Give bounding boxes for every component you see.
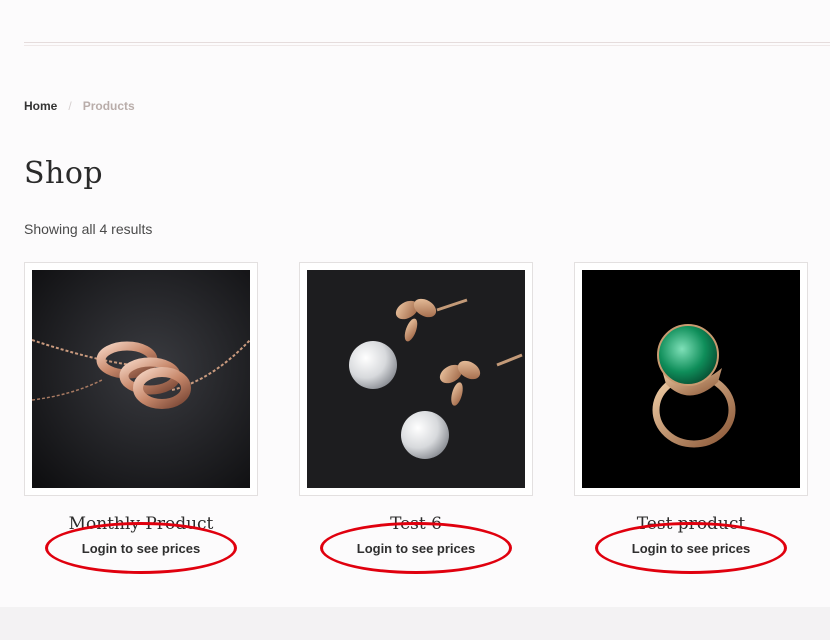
product-image-rings-necklace [32,270,250,488]
login-to-see-prices-link[interactable]: Login to see prices [82,541,200,556]
breadcrumb-current: Products [82,99,135,113]
login-to-see-prices-link[interactable]: Login to see prices [357,541,475,556]
header-divider [24,42,830,43]
product-image-link[interactable] [24,262,258,496]
login-prompt: Login to see prices [574,521,808,574]
breadcrumb-home-link[interactable]: Home [24,99,57,113]
page-title: Shop [24,156,104,191]
product-title[interactable]: Test 6 [299,514,533,534]
product-card: Monthly Product Login to see prices [24,262,258,574]
product-card: Test product Login to see prices [574,262,808,574]
login-to-see-prices-link[interactable]: Login to see prices [632,541,750,556]
footer-band [0,607,830,640]
product-card: Test 6 Login to see prices [299,262,533,574]
result-count: Showing all 4 results [24,221,153,237]
header-divider-secondary [24,45,830,46]
breadcrumb: Home / Products [24,99,135,113]
product-image-link[interactable] [299,262,533,496]
product-image-pearl-earrings [307,270,525,488]
product-image-link[interactable] [574,262,808,496]
product-title[interactable]: Test product [574,514,808,534]
login-prompt: Login to see prices [24,521,258,574]
product-title[interactable]: Monthly Product [24,514,258,534]
login-prompt: Login to see prices [299,521,533,574]
breadcrumb-separator: / [68,99,72,113]
product-image-emerald-ring [582,270,800,488]
